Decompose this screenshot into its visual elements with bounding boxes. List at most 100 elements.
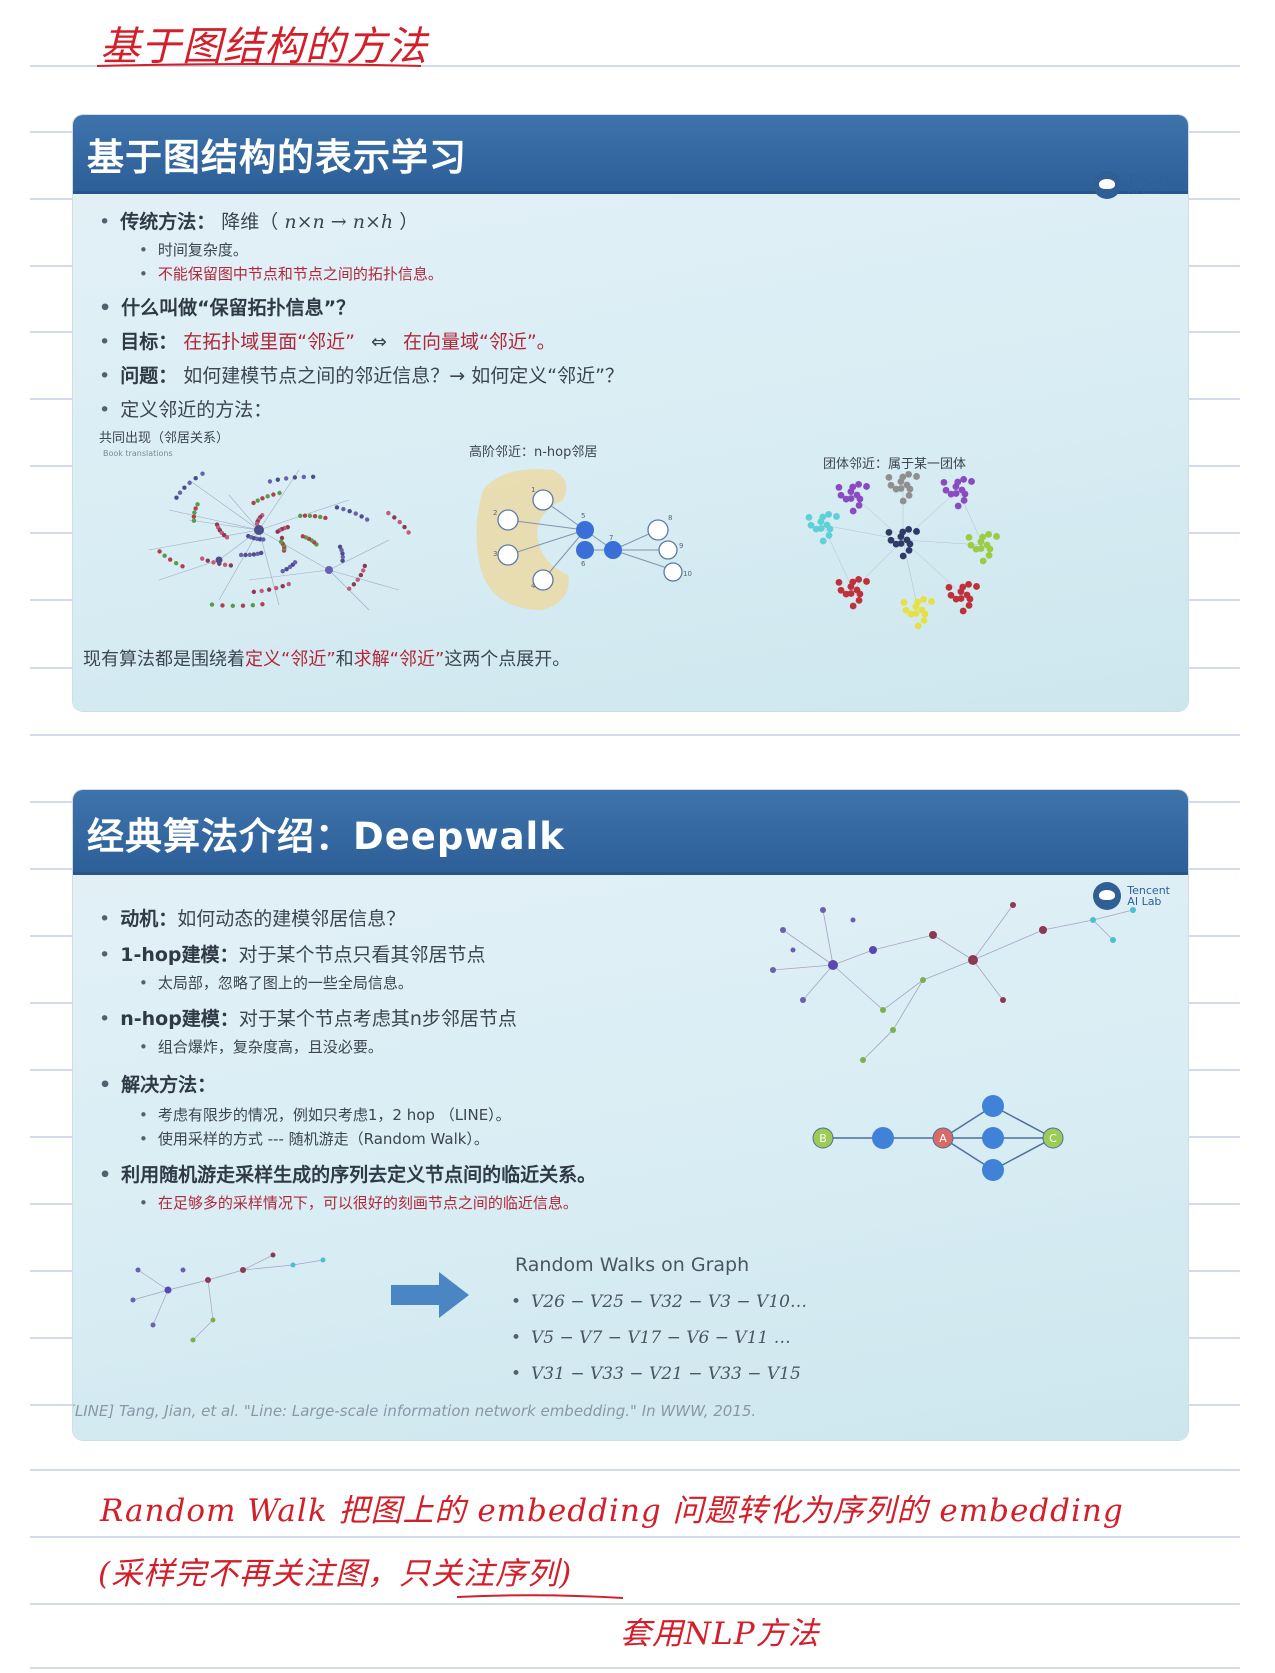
- graph-node: [819, 537, 827, 545]
- logo-line2: AI Lab: [1127, 184, 1162, 197]
- graph-node: [280, 583, 285, 589]
- nhop-node-4: 4: [531, 582, 536, 590]
- graph-node: [150, 1322, 156, 1328]
- graph-node: [260, 496, 265, 501]
- graph-node: [251, 500, 256, 506]
- right-arrow-icon: [391, 1272, 469, 1318]
- graph-node: [174, 495, 179, 500]
- graph-node: [312, 514, 318, 519]
- slide-header: 经典算法介绍：Deepwalk: [73, 790, 1188, 875]
- graph-node: [200, 471, 205, 476]
- graph-node: [856, 495, 864, 503]
- graph-node: [355, 577, 360, 582]
- graph-node: [180, 564, 185, 569]
- bullet-define-proximity: • 定义邻近的方法：: [99, 399, 273, 421]
- graph-node: [954, 478, 962, 486]
- heading-underline: [96, 63, 422, 67]
- graph-node: [929, 931, 937, 939]
- graph-node: [230, 603, 236, 609]
- graph-node: [899, 552, 907, 560]
- graph-node: [258, 550, 264, 556]
- graph-node: [914, 622, 922, 630]
- graph-node: [397, 519, 402, 525]
- graph-node: [251, 552, 257, 557]
- graph-node: [250, 603, 256, 608]
- graph-node: [837, 586, 845, 594]
- random-walk-path-diagram: B A C: [812, 1095, 1064, 1181]
- graph-node: [240, 603, 246, 608]
- graph-node: [323, 515, 328, 521]
- graph-node: [341, 506, 346, 512]
- graph-node: [1090, 917, 1096, 923]
- graph-node: [325, 566, 333, 574]
- graph-node: [265, 494, 270, 499]
- graph-node: [945, 583, 953, 591]
- graph-node: [1010, 902, 1016, 908]
- graph-node: [1130, 907, 1136, 913]
- graph-node: [979, 533, 987, 541]
- graph-node: [965, 533, 973, 541]
- slide-deepwalk: 经典算法介绍：Deepwalk Tencent AI Lab • 动机：如何动态的…: [73, 790, 1188, 1440]
- graph-node: [162, 553, 167, 558]
- bullet-preserve-topology: • 什么叫做“保留拓扑信息”？: [99, 297, 356, 319]
- graph-node: [965, 580, 973, 588]
- graph-node: [1039, 926, 1047, 934]
- walks-title: Random Walks on Graph: [515, 1254, 750, 1276]
- graph-node: [850, 917, 856, 923]
- graph-node: [261, 537, 266, 542]
- graph-node: [790, 947, 796, 953]
- graph-node: [247, 552, 253, 558]
- graph-node: [205, 1277, 211, 1283]
- handwritten-note-line3: 套用NLP方法: [620, 1616, 820, 1652]
- graph-node: [899, 497, 907, 505]
- bullet-random-walk-sequences: • 利用随机游走采样生成的序列去定义节点间的临近关系。: [99, 1164, 597, 1186]
- bullet-1hop: • 1-hop建模：对于某个节点只看其邻居节点: [99, 944, 486, 966]
- graph-node: [993, 533, 1000, 540]
- nhop-node-10: 10: [683, 570, 692, 578]
- graph-node: [820, 907, 826, 913]
- graph-node: [307, 513, 313, 519]
- graph-node: [800, 997, 806, 1003]
- graph-node: [271, 492, 276, 497]
- nhop-node-5: 5: [581, 512, 585, 520]
- graph-node: [238, 552, 244, 558]
- graph-node: [292, 560, 298, 565]
- graph-node: [199, 556, 205, 561]
- node-label-a: A: [939, 1132, 947, 1145]
- graph-node: [361, 568, 366, 573]
- graph-node: [920, 977, 926, 983]
- deepwalk-network: [770, 902, 1136, 1063]
- graph-node: [167, 557, 173, 562]
- graph-node: [863, 483, 870, 490]
- graph-node: [905, 491, 913, 499]
- graph-node: [961, 490, 969, 498]
- graph-node: [880, 1007, 886, 1013]
- graph-node: [940, 478, 948, 486]
- graph-node: [835, 483, 843, 491]
- graph-node: [286, 581, 291, 587]
- graph-node: [347, 508, 352, 514]
- graph-node: [979, 557, 987, 565]
- graph-node: [959, 583, 967, 591]
- graph-node: [835, 578, 843, 586]
- graph-node: [807, 521, 815, 529]
- graph-node: [928, 598, 935, 605]
- graph-node: [220, 603, 225, 608]
- graph-node: [222, 562, 228, 567]
- graph-node: [180, 1267, 186, 1273]
- slide-graph-representation: 基于图结构的表示学习 Tencent AI Lab • 传统方法： 降维（ n×n…: [73, 115, 1188, 711]
- sub-topology-loss: • 不能保留图中节点和节点之间的拓扑信息。: [139, 265, 443, 283]
- bullet-traditional: • 传统方法： 降维（ n×n → n×h ）: [99, 211, 419, 233]
- graph-node: [193, 475, 198, 481]
- graph-node: [275, 529, 280, 534]
- graph-node: [1000, 997, 1006, 1003]
- nhop-node-3: 3: [493, 550, 497, 558]
- graph-node: [855, 596, 863, 604]
- graph-node: [362, 563, 367, 569]
- graph-node: [243, 552, 248, 558]
- graph-node: [193, 506, 198, 511]
- graph-node: [406, 530, 411, 535]
- graph-node: [318, 514, 323, 520]
- graph-node: [267, 479, 273, 484]
- nhop-node-2: 2: [493, 509, 497, 517]
